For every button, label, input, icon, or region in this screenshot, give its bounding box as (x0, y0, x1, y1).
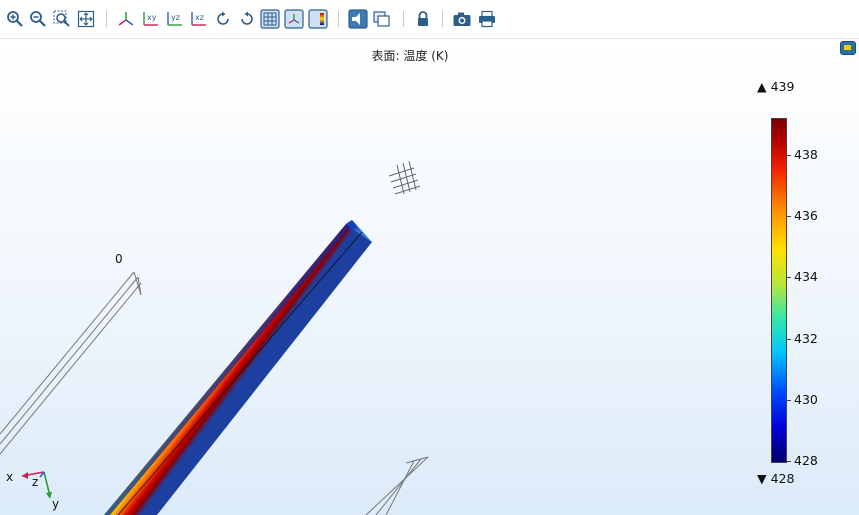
scene-light-icon[interactable] (348, 9, 368, 29)
colorbar-tick-label: 438 (794, 146, 818, 162)
svg-text:xy: xy (147, 13, 157, 22)
colorbar-tick-mark (786, 154, 791, 156)
lock-icon[interactable] (413, 9, 433, 29)
bounding-box-lines (0, 271, 142, 455)
graphics-viewport[interactable]: 表面: 温度 (K) 0 x y z ▲ 439 438 436 434 432… (0, 39, 859, 515)
axis-triad: x y z (6, 470, 59, 511)
colorbar (771, 118, 787, 463)
colorbar-tick-mark (786, 216, 791, 217)
rotate-cw-icon[interactable] (213, 9, 233, 29)
triad-z-label: z (32, 475, 38, 489)
axes-view-icon[interactable] (116, 9, 136, 29)
toolbar-separator (106, 11, 107, 27)
triad-y-label: y (52, 497, 59, 511)
colorbar-min-label: ▼ 428 (757, 471, 795, 486)
color-legend-icon[interactable] (308, 9, 328, 29)
zoom-box-icon[interactable] (52, 9, 72, 29)
colorbar-tick-mark (786, 338, 791, 340)
colorbar-tick-label: 430 (794, 391, 818, 407)
beam-surface (104, 220, 372, 515)
colorbar-tick-mark (786, 277, 791, 279)
colorbar-tick-mark (786, 461, 791, 462)
mesh-grid-marker (388, 160, 421, 195)
svg-text:xz: xz (195, 13, 204, 22)
toolbar-separator (442, 11, 443, 27)
toolbar-separator (338, 11, 339, 27)
axis-orientation-icon[interactable] (284, 9, 304, 29)
grid-icon[interactable] (260, 9, 280, 29)
colorbar-tick-mark (786, 399, 791, 401)
3d-scene: 0 x y z (0, 160, 429, 515)
axis-label-zero: 0 (115, 252, 123, 266)
colorbar-tick-label: 436 (794, 208, 818, 223)
zoom-out-icon[interactable] (28, 9, 48, 29)
print-icon[interactable] (477, 9, 497, 29)
bounding-box-lines-lower (365, 456, 429, 515)
camera-icon[interactable] (452, 9, 472, 29)
graphics-toolbar: xy yz xz (0, 0, 859, 39)
zoom-in-icon[interactable] (5, 9, 25, 29)
rotate-ccw-icon[interactable] (237, 9, 257, 29)
svg-text:yz: yz (171, 13, 180, 22)
zoom-extents-icon[interactable] (76, 9, 96, 29)
colorbar-tick-label: 434 (794, 269, 818, 285)
colorbar-max-label: ▲ 439 (757, 79, 795, 94)
xy-plane-icon[interactable]: xy (141, 9, 161, 29)
transparency-icon[interactable] (372, 9, 392, 29)
toolbar-separator (403, 11, 404, 27)
colorbar-tick-label: 428 (794, 453, 818, 468)
colorbar-tick-label: 432 (794, 330, 818, 346)
triad-x-label: x (6, 470, 13, 484)
yz-plane-icon[interactable]: yz (165, 9, 185, 29)
xz-plane-icon[interactable]: xz (189, 9, 209, 29)
